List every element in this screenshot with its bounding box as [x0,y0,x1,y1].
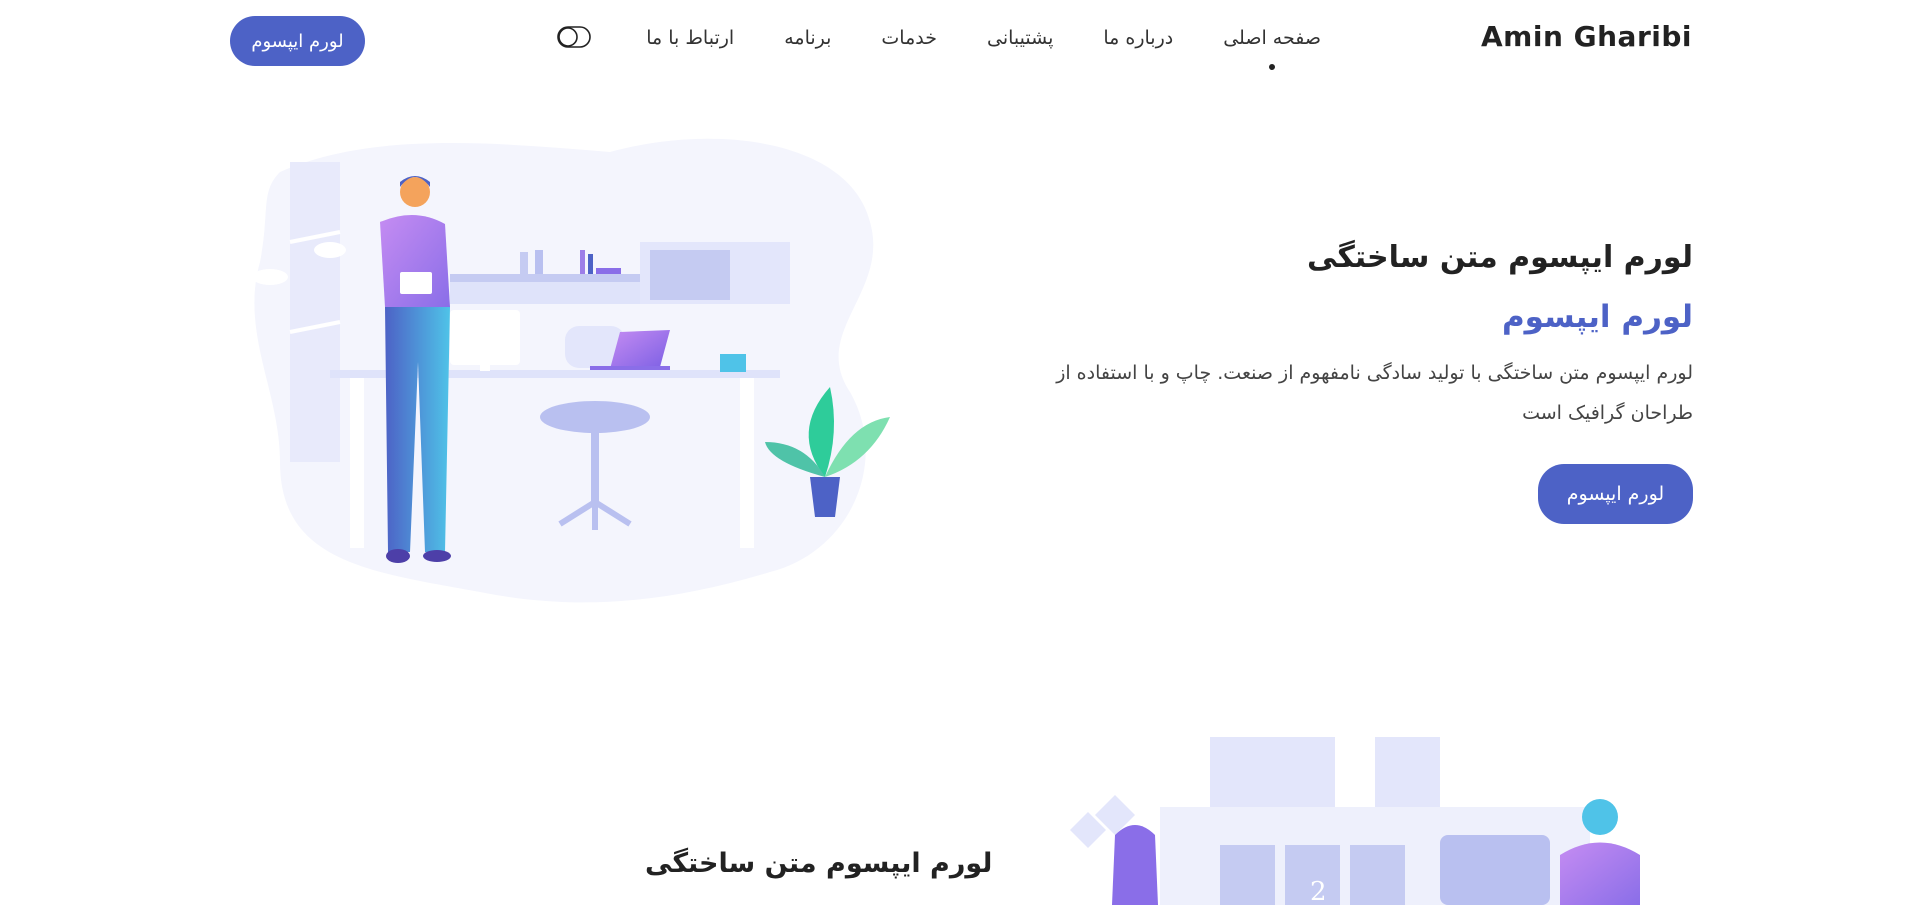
office-illustration [252,138,890,603]
nav-item-contact[interactable]: ارتباط با ما [646,27,734,49]
nav-item-home[interactable]: صفحه اصلی [1223,27,1321,70]
toggle-icon[interactable] [557,26,591,48]
site-header: Amin Gharibi صفحه اصلی درباره ما پشتیبان… [0,0,1919,80]
main-nav: صفحه اصلی درباره ما پشتیبانی خدمات برنام… [646,27,1321,70]
hero-description: لورم ایپسوم متن ساختگی با تولید سادگی نا… [1056,362,1693,424]
nav-item-about[interactable]: درباره ما [1103,27,1173,49]
nav-item-support[interactable]: پشتیبانی [987,27,1053,49]
board-number: 2 [1310,877,1327,905]
hero-title: لورم ایپسوم متن ساختگی [1306,240,1693,275]
team-illustration: 2 [1070,737,1640,905]
section2-title: لورم ایپسوم متن ساختگی [645,848,993,879]
brand-logo[interactable]: Amin Gharibi [1481,20,1692,53]
header-cta-button[interactable]: لورم ایپسوم [230,16,365,66]
nav-item-services[interactable]: خدمات [881,27,937,49]
hero-subtitle: لورم ایپسوم [1501,299,1693,335]
hero-text-block: لورم ایپسوم متن ساختگی لورم ایپسوم لورم … [993,240,1693,433]
nav-item-program[interactable]: برنامه [784,27,831,49]
hero-cta-button[interactable]: لورم ایپسوم [1538,464,1693,524]
